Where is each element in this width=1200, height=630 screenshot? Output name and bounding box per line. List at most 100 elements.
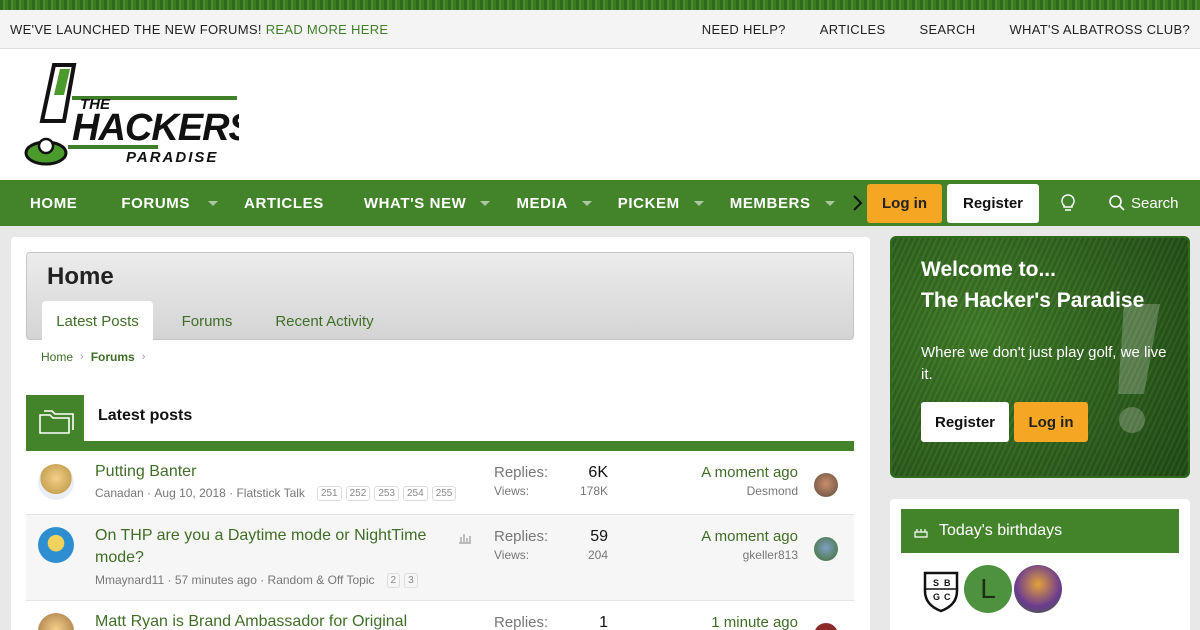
page-link[interactable]: 255 (431, 486, 457, 501)
last-post-time[interactable]: A moment ago (701, 464, 798, 481)
site-header: THE HACKERS PARADISE (0, 49, 1200, 180)
search-icon (1109, 195, 1125, 211)
chevron-down-icon[interactable] (693, 200, 704, 206)
welcome-line2: The Hacker's Paradise (921, 289, 1145, 312)
poll-icon (458, 531, 472, 544)
crest-icon: S B G C (923, 571, 959, 613)
top-link-albatross-club[interactable]: WHAT'S ALBATROSS CLUB? (1009, 22, 1190, 37)
avatar[interactable] (814, 537, 838, 561)
replies-label: Replies: (494, 614, 549, 630)
breadcrumb-separator-icon: › (80, 351, 84, 363)
chevron-down-icon[interactable] (480, 200, 491, 206)
tab-recent-activity[interactable]: Recent Activity (262, 301, 387, 341)
thread-title[interactable]: On THP are you a Daytime mode or NightTi… (95, 525, 426, 569)
thread-meta: Canadan · Aug 10, 2018 · Flatstick Talk … (95, 485, 457, 501)
thread-date: 57 minutes ago (174, 573, 257, 587)
nav-whats-new[interactable]: WHAT'S NEW (364, 180, 491, 226)
page-link[interactable]: 252 (345, 486, 371, 501)
thread-forum[interactable]: Flatstick Talk (236, 486, 304, 500)
tab-forums[interactable]: Forums (167, 301, 247, 341)
site-logo[interactable]: THE HACKERS PARADISE (24, 61, 255, 174)
chevron-right-icon[interactable] (846, 192, 868, 214)
page-link[interactable]: 3 (404, 573, 418, 588)
nav-articles[interactable]: ARTICLES (244, 180, 324, 226)
top-bar: WE'VE LAUNCHED THE NEW FORUMS! READ MORE… (0, 10, 1200, 49)
breadcrumb-forums[interactable]: Forums (91, 350, 135, 364)
avatar[interactable]: L (964, 565, 1012, 613)
announcement-link[interactable]: READ MORE HERE (266, 22, 389, 37)
crest-letter: C (944, 592, 951, 602)
thread-title[interactable]: Matt Ryan is Brand Ambassador for Origin… (95, 611, 407, 630)
header-bar (26, 441, 854, 451)
nav-media[interactable]: MEDIA (516, 180, 592, 226)
main-nav: HOME FORUMS ARTICLES WHAT'S NEW MEDIA PI… (0, 180, 1200, 226)
avatar[interactable] (38, 613, 74, 630)
page-link[interactable]: 251 (316, 486, 342, 501)
breadcrumb: Home › Forums › (41, 350, 152, 364)
nav-members[interactable]: MEMBERS (730, 180, 835, 226)
views-label: Views: (494, 484, 530, 498)
nav-pickem[interactable]: PICKEM (618, 180, 704, 226)
logo-line2: HACKERS (72, 107, 239, 149)
replies-label: Replies: (494, 464, 549, 481)
replies-count: 6K (588, 464, 608, 481)
table-row[interactable]: On THP are you a Daytime mode or NightTi… (26, 515, 854, 601)
thread-title-line2: mode? (95, 549, 144, 566)
top-link-search[interactable]: SEARCH (919, 22, 975, 37)
chevron-down-icon[interactable] (581, 200, 592, 206)
top-link-need-help[interactable]: NEED HELP? (702, 22, 786, 37)
avatar[interactable] (38, 464, 74, 500)
table-row[interactable]: Putting Banter Canadan · Aug 10, 2018 · … (26, 451, 854, 515)
thread-author[interactable]: Mmaynard11 (95, 573, 164, 587)
views-count: 178K (579, 484, 608, 498)
nav-home[interactable]: HOME (30, 180, 77, 226)
page-link[interactable]: 253 (374, 486, 399, 501)
chevron-down-icon[interactable] (824, 200, 835, 206)
latest-posts-header: Latest posts (26, 395, 854, 451)
top-link-articles[interactable]: ARTICLES (820, 22, 886, 37)
announcement-text: WE'VE LAUNCHED THE NEW FORUMS! (10, 21, 262, 37)
table-row[interactable]: Matt Ryan is Brand Ambassador for Origin… (26, 601, 854, 630)
page-link[interactable]: 2 (386, 573, 401, 588)
breadcrumb-home[interactable]: Home (41, 350, 73, 364)
logo-line3: PARADISE (126, 149, 218, 166)
thread-author[interactable]: Canadan (95, 486, 144, 500)
birthdays-title: Today's birthdays (939, 522, 1063, 539)
meta-dot: · (164, 573, 175, 587)
welcome-login-button[interactable]: Log in (1014, 402, 1088, 442)
nav-register-button[interactable]: Register (947, 184, 1039, 223)
cake-icon (914, 529, 928, 538)
chevron-down-icon[interactable] (208, 200, 219, 206)
last-post-time[interactable]: A moment ago (701, 528, 798, 545)
lightbulb-icon[interactable] (1058, 193, 1078, 213)
meta-dot: · (143, 486, 155, 500)
replies-count: 59 (590, 528, 608, 545)
thread-list: Putting Banter Canadan · Aug 10, 2018 · … (26, 451, 854, 630)
avatar[interactable] (814, 473, 838, 497)
announcement: WE'VE LAUNCHED THE NEW FORUMS! READ MORE… (10, 22, 388, 37)
nav-forums[interactable]: FORUMS (121, 180, 219, 226)
avatar[interactable] (1014, 565, 1062, 613)
tab-latest-posts[interactable]: Latest Posts (42, 301, 153, 341)
thread-title[interactable]: Putting Banter (95, 461, 196, 483)
birthdays-header: Today's birthdays (901, 509, 1179, 553)
avatar[interactable] (38, 527, 74, 563)
avatar[interactable] (814, 623, 838, 630)
last-post-time[interactable]: 1 minute ago (711, 614, 798, 630)
meta-dot: · (256, 573, 268, 587)
thread-meta: Mmaynard11 · 57 minutes ago · Random & O… (95, 572, 418, 588)
last-post-user[interactable]: Desmond (747, 484, 798, 498)
nav-login-button[interactable]: Log in (867, 184, 942, 223)
avatar[interactable]: S B G C (917, 565, 965, 613)
page-links: 251 252 253 254 255 (313, 485, 457, 501)
thread-forum[interactable]: Random & Off Topic (268, 573, 375, 587)
welcome-register-button[interactable]: Register (921, 402, 1009, 442)
nav-search-label: Search (1131, 194, 1179, 212)
nav-search[interactable]: Search (1108, 180, 1179, 226)
last-post-user[interactable]: gkeller813 (743, 548, 798, 562)
birthdays-widget: Today's birthdays S B G C L (890, 499, 1190, 630)
grass-strip (0, 0, 1200, 10)
nav-members-label: MEMBERS (729, 194, 811, 212)
page-link[interactable]: 254 (403, 486, 428, 501)
crest-letter: G (933, 592, 940, 602)
